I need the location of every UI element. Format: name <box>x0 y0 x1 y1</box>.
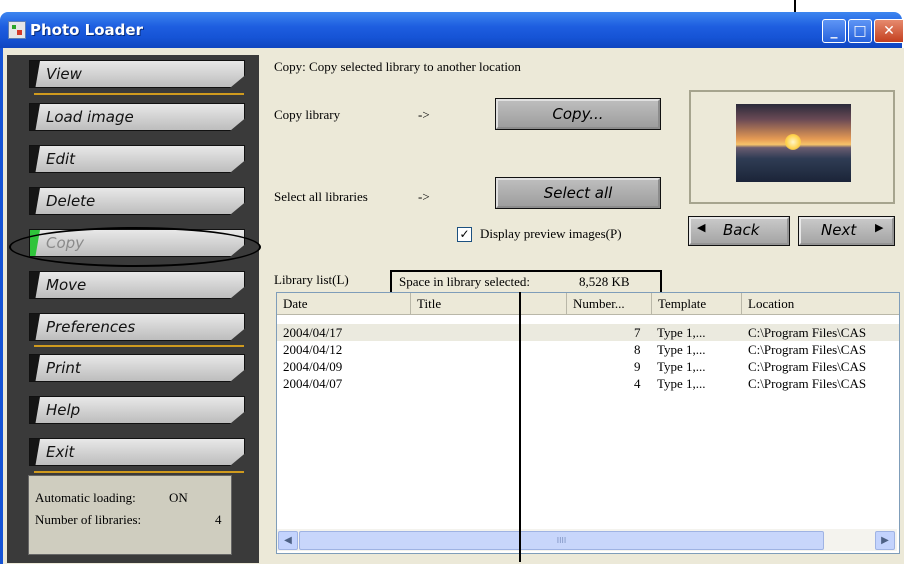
sidebar-item-label: Delete <box>46 192 96 210</box>
sidebar-item-label: View <box>46 65 82 83</box>
select-all-button[interactable]: Select all <box>495 177 661 209</box>
library-table: Date Title Number... Template Location 2… <box>276 292 900 554</box>
preview-checkbox[interactable]: ✓ <box>457 227 472 242</box>
next-arrow-icon: ▶ <box>875 221 884 234</box>
tab-marker-icon <box>30 397 40 423</box>
cell-location: C:\Program Files\CAS <box>748 376 867 391</box>
cell-date: 2004/04/17 <box>283 325 343 340</box>
sidebar-item-label: Edit <box>46 150 76 168</box>
sidebar-item-exit[interactable]: Exit <box>29 438 245 466</box>
sidebar-item-move[interactable]: Move <box>29 271 245 299</box>
cell-number: 4 <box>634 376 641 391</box>
sidebar-item-view[interactable]: View <box>29 60 245 88</box>
highlight-ellipse <box>9 227 261 267</box>
scroll-right-icon[interactable]: ▶ <box>875 531 895 550</box>
table-row[interactable]: 2004/04/12 8 Type 1,... C:\Program Files… <box>277 341 899 358</box>
cell-location: C:\Program Files\CAS <box>748 325 867 340</box>
next-button-label: Next <box>821 221 857 239</box>
back-button[interactable]: ◀ Back <box>688 216 790 246</box>
maximize-button[interactable]: □ <box>848 19 872 43</box>
column-header-title[interactable]: Title <box>411 293 567 315</box>
tab-marker-icon <box>30 439 40 465</box>
scroll-left-icon[interactable]: ◀ <box>278 531 298 550</box>
sidebar-item-help[interactable]: Help <box>29 396 245 424</box>
sidebar-item-label: Load image <box>46 108 134 126</box>
select-all-button-label: Select all <box>543 184 613 202</box>
cell-location: C:\Program Files\CAS <box>748 359 867 374</box>
cell-number: 8 <box>634 342 641 357</box>
select-all-label: Select all libraries <box>274 189 368 204</box>
cell-template: Type 1,... <box>657 342 706 357</box>
sidebar-item-label: Move <box>46 276 87 294</box>
column-header-number[interactable]: Number... <box>567 293 652 315</box>
app-icon <box>8 21 26 39</box>
tab-marker-icon <box>30 314 40 340</box>
sidebar-item-print[interactable]: Print <box>29 354 245 382</box>
auto-loading-label: Automatic loading: <box>35 490 136 505</box>
cell-location: C:\Program Files\CAS <box>748 342 867 357</box>
next-button[interactable]: Next ▶ <box>798 216 895 246</box>
cell-number: 9 <box>634 359 641 374</box>
minimize-button[interactable]: _ <box>822 19 846 43</box>
close-button[interactable]: ✕ <box>874 19 904 43</box>
sidebar-item-edit[interactable]: Edit <box>29 145 245 173</box>
cell-date: 2004/04/09 <box>283 359 343 374</box>
sidebar-item-label: Help <box>46 401 81 419</box>
tab-marker-icon <box>30 61 40 87</box>
status-panel: Automatic loading: ON Number of librarie… <box>28 475 232 555</box>
tab-marker-icon <box>30 355 40 381</box>
column-header-location[interactable]: Location <box>742 293 899 315</box>
copy-button[interactable]: Copy... <box>495 98 661 130</box>
tab-marker-icon <box>30 272 40 298</box>
tab-marker-icon <box>30 188 40 214</box>
tab-marker-icon <box>30 146 40 172</box>
space-value: 8,528 KB <box>579 274 630 289</box>
library-list-label: Library list(L) <box>274 272 349 287</box>
library-count-value: 4 <box>215 512 222 527</box>
table-row[interactable]: 2004/04/09 9 Type 1,... C:\Program Files… <box>277 358 899 375</box>
auto-loading-value: ON <box>169 490 188 505</box>
preview-checkbox-label: Display preview images(P) <box>480 226 622 241</box>
table-row[interactable]: 2004/04/07 4 Type 1,... C:\Program Files… <box>277 375 899 392</box>
divider <box>34 471 244 473</box>
sunset-image <box>785 134 801 150</box>
copy-library-label: Copy library <box>274 107 341 122</box>
copy-button-label: Copy... <box>552 105 604 123</box>
tab-marker-icon <box>30 104 40 130</box>
select-arrow: -> <box>418 189 430 204</box>
cell-date: 2004/04/07 <box>283 376 343 391</box>
space-label: Space in library selected: <box>399 274 531 289</box>
column-header-template[interactable]: Template <box>652 293 742 315</box>
cell-number: 7 <box>634 325 641 340</box>
divider <box>34 93 244 95</box>
library-count-label: Number of libraries: <box>35 512 142 527</box>
sidebar-item-label: Preferences <box>46 318 136 336</box>
sidebar-item-load-image[interactable]: Load image <box>29 103 245 131</box>
cell-template: Type 1,... <box>657 359 706 374</box>
cell-date: 2004/04/12 <box>283 342 343 357</box>
preview-image <box>736 104 851 182</box>
sidebar-item-preferences[interactable]: Preferences <box>29 313 245 341</box>
table-row[interactable]: 2004/04/17 7 Type 1,... C:\Program Files… <box>277 324 899 341</box>
sidebar-item-label: Print <box>46 359 81 377</box>
preview-frame <box>689 90 895 204</box>
cell-template: Type 1,... <box>657 325 706 340</box>
horizontal-scrollbar[interactable]: ◀ IIII ▶ <box>277 529 897 551</box>
copy-arrow: -> <box>418 107 430 122</box>
callout-line-space <box>519 292 521 562</box>
sidebar-item-label: Exit <box>46 443 75 461</box>
sidebar: View Load image Edit Delete Copy Move Pr… <box>7 55 259 563</box>
back-button-label: Back <box>723 221 760 239</box>
column-header-date[interactable]: Date <box>277 293 411 315</box>
sidebar-item-delete[interactable]: Delete <box>29 187 245 215</box>
back-arrow-icon: ◀ <box>697 221 706 234</box>
divider <box>34 345 244 347</box>
cell-template: Type 1,... <box>657 376 706 391</box>
page-heading: Copy: Copy selected library to another l… <box>274 59 521 74</box>
scroll-thumb[interactable]: IIII <box>299 531 824 550</box>
window-title: Photo Loader <box>30 21 143 39</box>
title-bar[interactable]: Photo Loader _ □ ✕ <box>0 12 904 48</box>
